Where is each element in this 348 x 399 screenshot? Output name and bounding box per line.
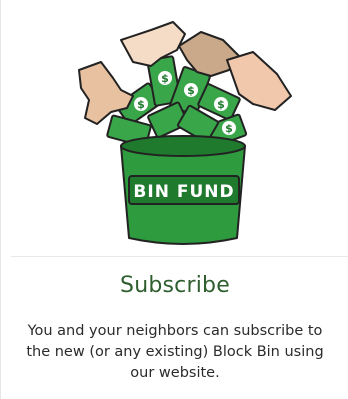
bin-fund-illustration: $ $ $ $ $ BIN FUND: [78, 21, 292, 245]
description-line: the new (or any existing) Block Bin usin…: [26, 344, 324, 360]
svg-text:$: $: [217, 98, 225, 111]
svg-text:$: $: [137, 98, 145, 111]
subscribe-card: $ $ $ $ $ BIN FUND Subscribe You and you…: [0, 0, 348, 399]
description-line: our website.: [130, 365, 220, 381]
bucket-label: BIN FUND: [133, 182, 234, 202]
svg-text:$: $: [187, 84, 195, 97]
description-line: You and your neighbors can subscribe to: [27, 323, 323, 339]
svg-text:$: $: [161, 72, 169, 85]
card-title: Subscribe: [120, 273, 230, 298]
divider: [11, 256, 348, 257]
svg-text:$: $: [225, 122, 233, 135]
card-description: You and your neighbors can subscribe to …: [0, 321, 348, 384]
